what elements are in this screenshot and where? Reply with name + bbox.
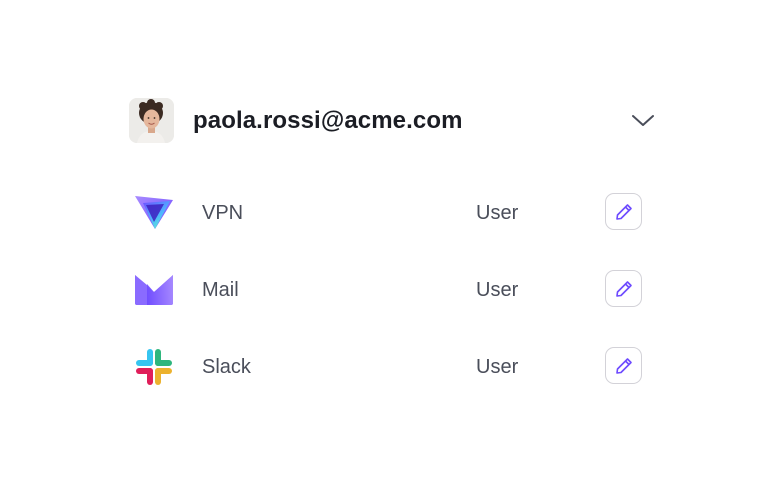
- edit-button-vpn[interactable]: [605, 193, 642, 230]
- user-header[interactable]: paola.rossi@acme.com: [129, 98, 657, 144]
- app-role: User: [476, 356, 519, 378]
- user-email: paola.rossi@acme.com: [193, 107, 463, 134]
- slack-logo-icon: [134, 349, 174, 385]
- app-row-mail: Mail User: [129, 270, 657, 310]
- mail-logo-icon: [134, 272, 174, 308]
- avatar: [129, 98, 174, 143]
- app-name: Slack: [202, 356, 251, 378]
- chevron-down-icon[interactable]: [630, 110, 656, 130]
- app-row-vpn: VPN User: [129, 193, 657, 233]
- app-role: User: [476, 279, 519, 301]
- app-row-slack: Slack User: [129, 347, 657, 387]
- vpn-logo-icon: [134, 195, 174, 231]
- edit-button-mail[interactable]: [605, 270, 642, 307]
- pencil-icon: [615, 280, 632, 297]
- pencil-icon: [615, 357, 632, 374]
- pencil-icon: [615, 203, 632, 220]
- app-name: VPN: [202, 202, 244, 224]
- app-role: User: [476, 202, 519, 224]
- edit-button-slack[interactable]: [605, 347, 642, 384]
- app-name: Mail: [202, 279, 239, 301]
